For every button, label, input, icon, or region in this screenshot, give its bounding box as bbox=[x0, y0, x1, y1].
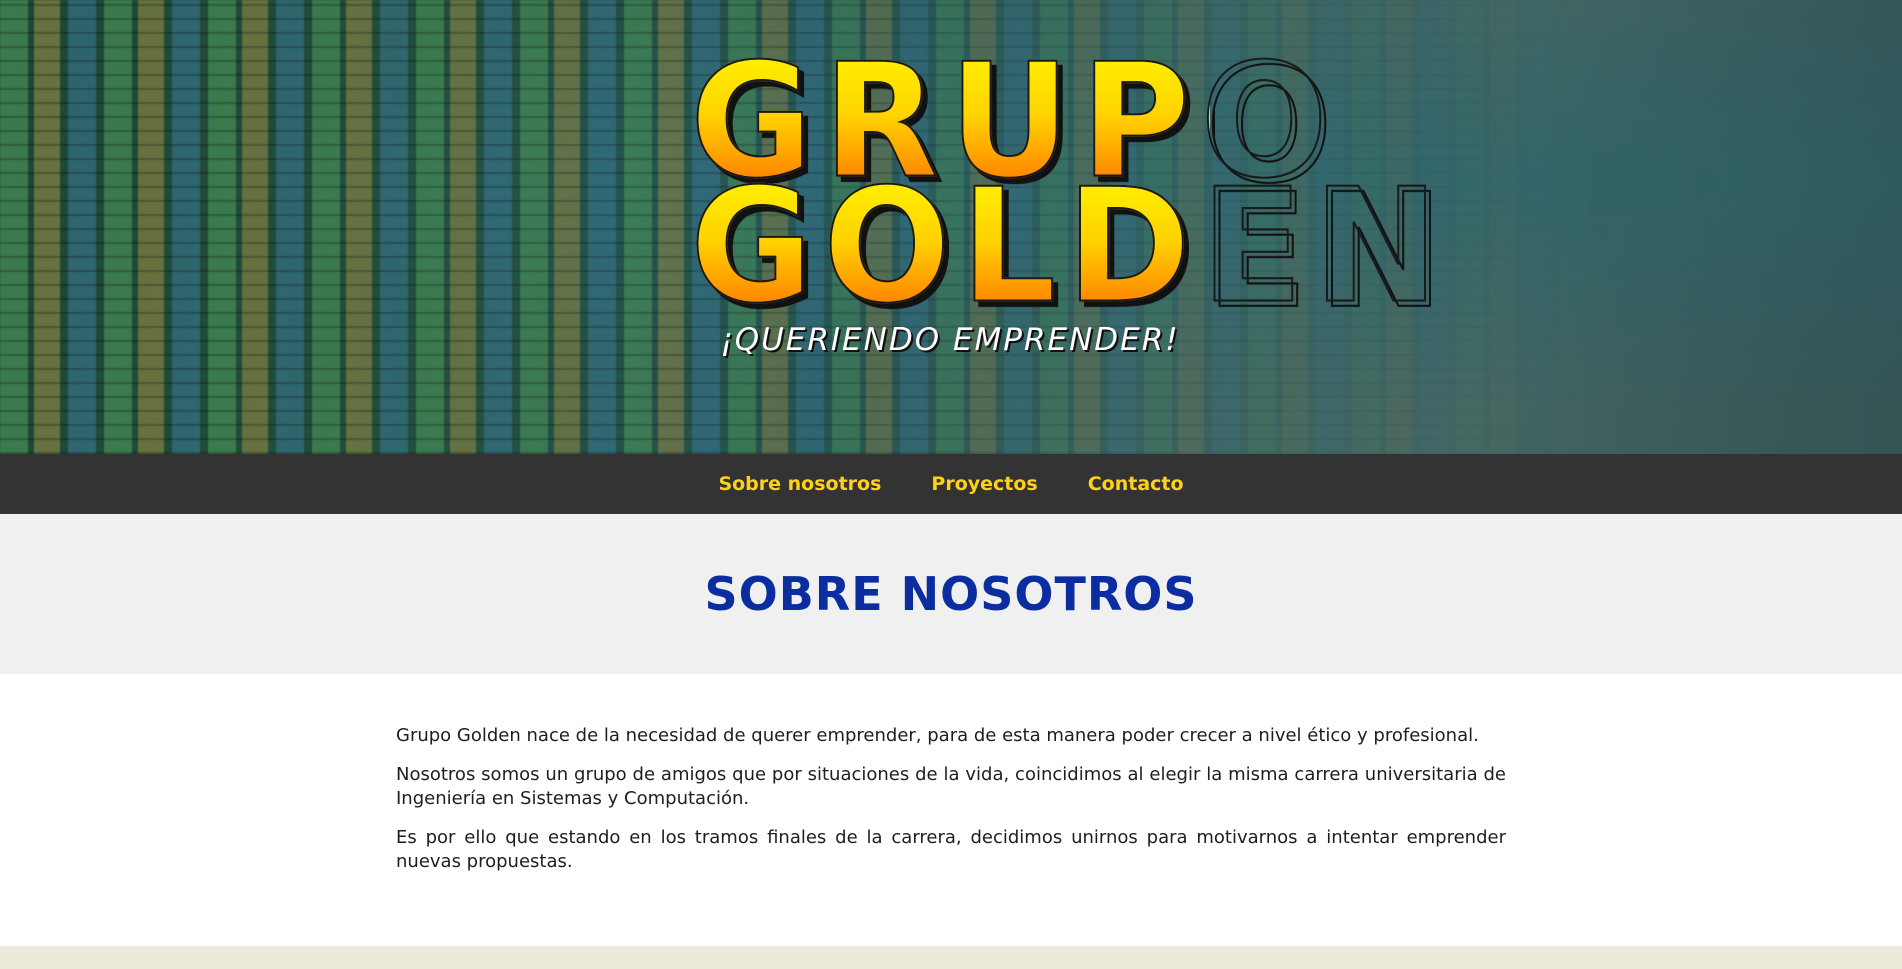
logo-tagline: ¡QUERIENDO EMPRENDER! bbox=[720, 322, 1180, 358]
about-content: Grupo Golden nace de la necesidad de que… bbox=[396, 674, 1506, 889]
nav-link-proyectos[interactable]: Proyectos bbox=[931, 473, 1037, 495]
about-paragraph-3: Es por ello que estando en los tramos fi… bbox=[396, 827, 1506, 872]
nav-link-contacto[interactable]: Contacto bbox=[1088, 473, 1184, 495]
footer-strip bbox=[0, 946, 1902, 969]
logo-line-golden: GOLDEN bbox=[689, 155, 1449, 339]
section-header: SOBRE NOSOTROS bbox=[0, 514, 1902, 674]
section-title: SOBRE NOSOTROS bbox=[704, 567, 1198, 621]
about-paragraph-1: Grupo Golden nace de la necesidad de que… bbox=[396, 725, 1479, 746]
about-paragraph-2: Nosotros somos un grupo de amigos que po… bbox=[396, 764, 1506, 809]
main-navigation: Sobre nosotros Proyectos Contacto bbox=[0, 454, 1902, 514]
grupo-golden-logo: GRUPO GOLDEN ¡QUERIENDO EMPRENDER! bbox=[689, 42, 1449, 380]
nav-link-sobre-nosotros[interactable]: Sobre nosotros bbox=[718, 473, 881, 495]
hero-banner: GRUPO GOLDEN ¡QUERIENDO EMPRENDER! bbox=[0, 0, 1902, 454]
